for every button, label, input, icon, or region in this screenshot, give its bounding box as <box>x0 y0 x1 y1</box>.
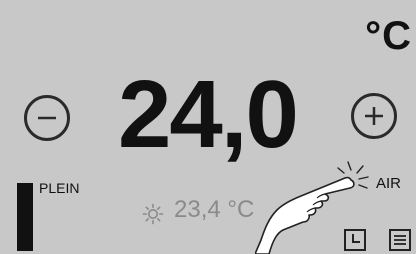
pointing-hand-icon <box>255 161 369 254</box>
increase-button[interactable] <box>351 93 397 139</box>
setpoint-temperature: 24,0 <box>118 61 299 168</box>
temperature-unit: °C <box>365 14 412 58</box>
thermostat-screen: °C 24,0 PLEIN 23,4 °C AIR <box>0 0 416 254</box>
sun-icon <box>142 203 164 225</box>
minus-icon <box>38 116 56 120</box>
room-temperature: 23,4 °C <box>174 196 255 223</box>
level-label: PLEIN <box>39 180 80 196</box>
decrease-button[interactable] <box>24 95 70 141</box>
menu-button[interactable] <box>389 229 411 251</box>
plus-icon <box>365 107 383 125</box>
menu-icon <box>394 235 406 245</box>
level-indicator-bar <box>17 183 33 251</box>
